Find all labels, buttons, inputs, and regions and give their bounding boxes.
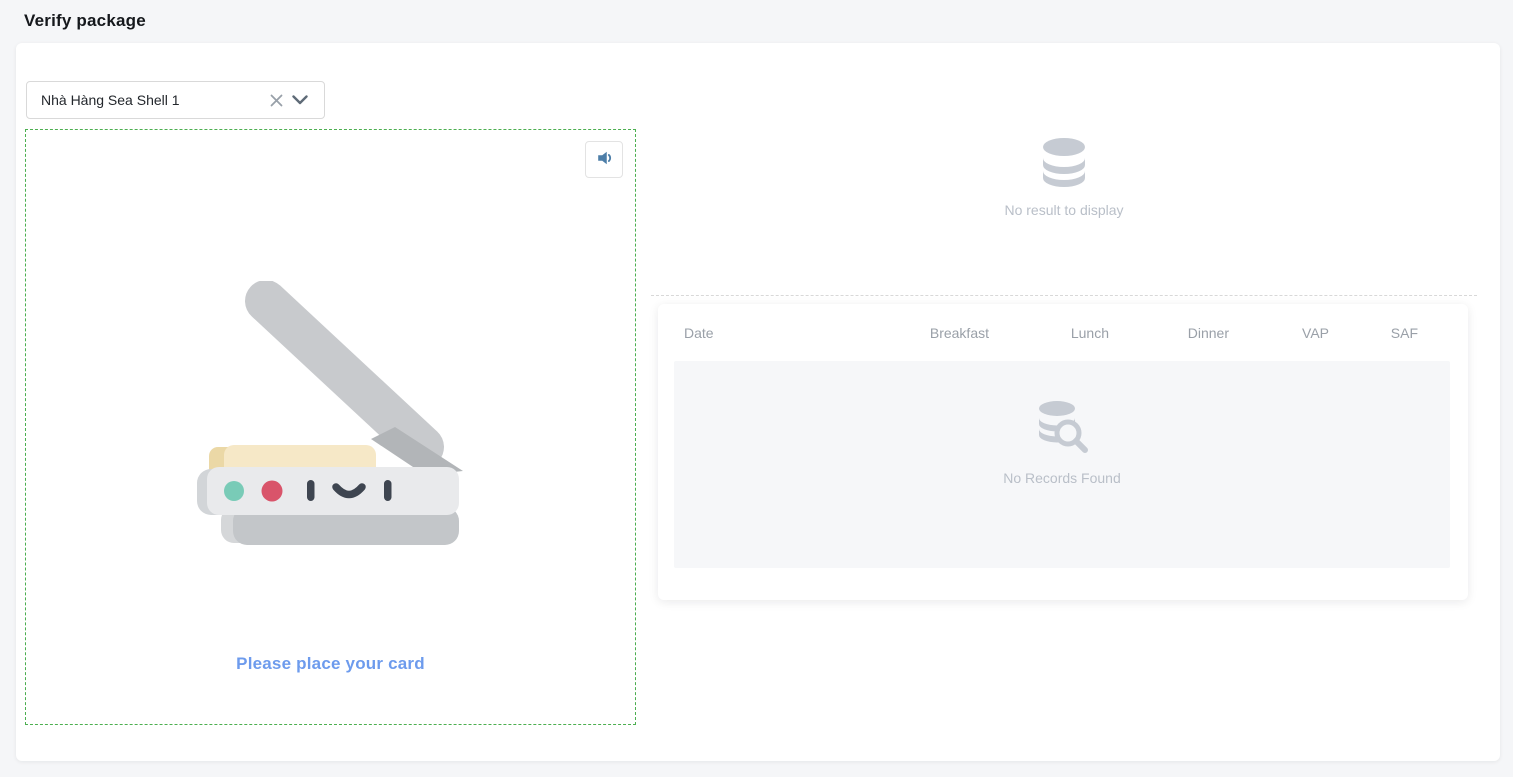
no-records-state: No Records Found — [674, 401, 1450, 486]
result-empty-state: No result to display — [651, 138, 1477, 218]
restaurant-select-value: Nhà Hàng Sea Shell 1 — [41, 92, 264, 108]
scanner-illustration — [191, 281, 471, 551]
col-header-vap: VAP — [1229, 325, 1329, 341]
result-empty-message: No result to display — [651, 202, 1477, 218]
table-body: No Records Found — [674, 361, 1450, 568]
table-header-row: Date Breakfast Lunch Dinner VAP SAF — [658, 304, 1468, 361]
restaurant-select[interactable]: Nhà Hàng Sea Shell 1 — [26, 81, 325, 119]
col-header-breakfast: Breakfast — [859, 325, 989, 341]
verification-table: Date Breakfast Lunch Dinner VAP SAF — [658, 304, 1468, 600]
speaker-icon — [595, 149, 614, 170]
no-records-message: No Records Found — [674, 470, 1450, 486]
chevron-down-icon[interactable] — [288, 88, 312, 112]
col-header-dinner: Dinner — [1109, 325, 1229, 341]
results-panel: No result to display Date Breakfast Lunc… — [651, 129, 1477, 725]
clear-icon[interactable] — [264, 88, 288, 112]
scan-prompt: Please place your card — [26, 654, 635, 674]
col-header-date: Date — [684, 325, 859, 341]
main-card: Nhà Hàng Sea Shell 1 — [16, 43, 1500, 761]
sound-toggle-button[interactable] — [585, 141, 623, 178]
dashed-separator — [651, 295, 1477, 296]
page-title: Verify package — [24, 11, 146, 31]
col-header-saf: SAF — [1329, 325, 1418, 341]
database-search-icon — [1031, 448, 1093, 465]
database-icon — [1042, 177, 1086, 194]
card-scan-zone: Please place your card — [25, 129, 636, 725]
col-header-lunch: Lunch — [989, 325, 1109, 341]
